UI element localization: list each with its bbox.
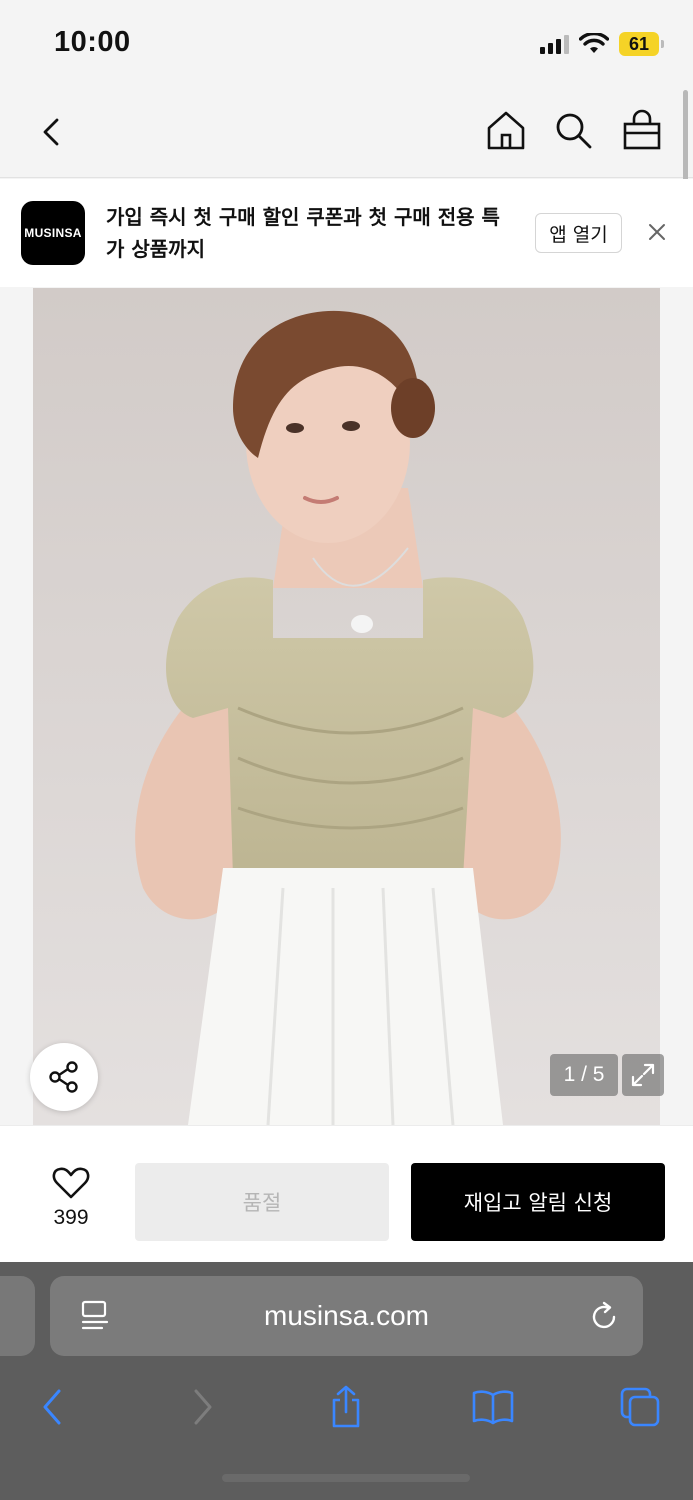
open-app-button[interactable]: 앱 열기 xyxy=(535,213,622,253)
share-icon xyxy=(49,1061,78,1093)
cart-button[interactable] xyxy=(621,108,663,154)
purchase-action-bar: 399 품절 재입고 알림 신청 xyxy=(0,1125,693,1262)
browser-toolbar xyxy=(0,1374,693,1444)
app-install-banner: MUSINSA 가입 즉시 첫 구매 할인 쿠폰과 첫 구매 전용 특가 상품까… xyxy=(0,179,693,287)
address-bar[interactable]: musinsa.com xyxy=(50,1276,643,1356)
like-count: 399 xyxy=(53,1206,89,1229)
banner-message: 가입 즉시 첫 구매 할인 쿠폰과 첫 구매 전용 특가 상품까지 xyxy=(106,205,500,261)
browser-chrome: musinsa.com xyxy=(0,1262,693,1500)
browser-forward-button[interactable] xyxy=(178,1382,228,1432)
chevron-right-icon xyxy=(194,1389,212,1425)
search-button[interactable] xyxy=(553,108,595,154)
wifi-icon xyxy=(579,33,609,53)
heart-icon xyxy=(52,1167,90,1199)
home-button[interactable] xyxy=(485,108,527,154)
expand-icon xyxy=(631,1063,655,1087)
home-icon xyxy=(487,111,525,150)
musinsa-logo: MUSINSA xyxy=(21,201,85,265)
browser-share-button[interactable] xyxy=(321,1382,371,1432)
tabs-icon xyxy=(620,1387,660,1427)
nav-actions xyxy=(485,108,663,154)
close-icon xyxy=(649,224,665,240)
back-button[interactable] xyxy=(30,110,74,154)
cellular-signal-icon xyxy=(540,34,569,54)
share-icon xyxy=(332,1385,360,1428)
status-icons: 61 xyxy=(540,30,664,58)
restock-alert-button[interactable]: 재입고 알림 신청 xyxy=(411,1163,665,1241)
expand-image-button[interactable] xyxy=(622,1054,664,1096)
previous-tab-preview[interactable] xyxy=(0,1276,35,1356)
nav-bar xyxy=(0,88,693,178)
reload-icon[interactable] xyxy=(586,1298,622,1334)
chevron-left-icon xyxy=(43,118,59,146)
browser-back-button[interactable] xyxy=(27,1382,77,1432)
banner-close-button[interactable] xyxy=(644,219,670,245)
status-time: 10:00 xyxy=(54,26,131,58)
soldout-button[interactable]: 품절 xyxy=(135,1163,389,1241)
status-bar: 10:00 61 xyxy=(0,0,693,88)
search-icon xyxy=(556,113,592,149)
url-text: musinsa.com xyxy=(264,1300,429,1331)
like-button[interactable]: 399 xyxy=(40,1166,102,1236)
product-photo[interactable] xyxy=(33,288,660,1125)
image-page-counter: 1 / 5 xyxy=(550,1054,618,1096)
product-illustration xyxy=(33,288,660,1125)
share-button[interactable] xyxy=(30,1043,98,1111)
shopping-bag-icon xyxy=(623,109,661,150)
battery-indicator: 61 xyxy=(619,32,664,56)
bookmarks-button[interactable] xyxy=(468,1382,518,1432)
chevron-left-icon xyxy=(43,1389,61,1425)
book-icon xyxy=(472,1390,514,1425)
tabs-button[interactable] xyxy=(615,1382,665,1432)
home-indicator xyxy=(222,1474,470,1482)
